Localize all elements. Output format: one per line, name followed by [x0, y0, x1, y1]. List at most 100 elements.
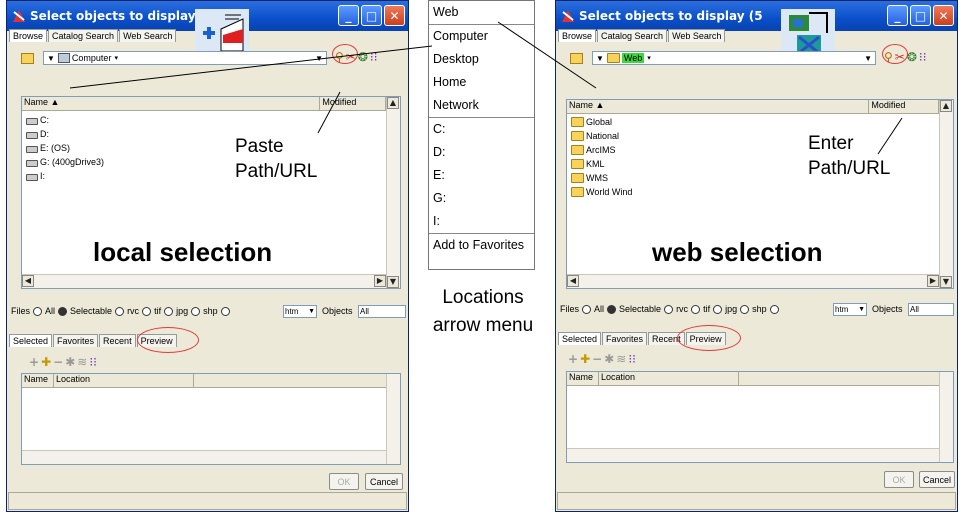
extension-dropdown-icon[interactable]: ▼: [858, 304, 865, 315]
list-item[interactable]: C:: [26, 115, 49, 125]
radio-rvc[interactable]: [115, 306, 125, 316]
scroll-down-icon[interactable]: ▼: [387, 276, 399, 288]
list-item[interactable]: World Wind: [571, 187, 632, 197]
column-name[interactable]: Name: [22, 374, 54, 387]
column-name[interactable]: Name ▲: [567, 100, 870, 113]
menu-item-home[interactable]: Home: [429, 71, 534, 94]
horizontal-scrollbar[interactable]: ◀ ▶: [567, 274, 939, 288]
radio-custom[interactable]: [220, 306, 230, 316]
vertical-scrollbar[interactable]: [939, 372, 953, 462]
cancel-button[interactable]: Cancel: [919, 471, 955, 488]
scroll-left-icon[interactable]: ◀: [567, 275, 579, 287]
tab-selected[interactable]: Selected: [9, 334, 53, 347]
vertical-scrollbar[interactable]: ▲ ▼: [386, 97, 400, 288]
remove-icon[interactable]: −: [53, 355, 63, 369]
tab-web-search[interactable]: Web Search: [668, 29, 726, 42]
ok-button[interactable]: OK: [329, 473, 359, 490]
radio-rvc[interactable]: [664, 304, 674, 314]
column-name[interactable]: Name: [567, 372, 599, 385]
grid-icon[interactable]: ⁝⁝: [89, 355, 97, 369]
tab-catalog-search[interactable]: Catalog Search: [597, 29, 668, 42]
list-item[interactable]: ArcIMS: [571, 145, 616, 155]
radio-shp[interactable]: [740, 304, 750, 314]
tab-selected[interactable]: Selected: [558, 332, 602, 345]
add-icon[interactable]: +: [29, 355, 39, 369]
tab-browse[interactable]: Browse: [558, 29, 597, 42]
column-location[interactable]: Location: [599, 372, 739, 385]
list-item[interactable]: D:: [26, 129, 49, 139]
list-item[interactable]: National: [571, 131, 619, 141]
radio-shp[interactable]: [191, 306, 201, 316]
objects-field[interactable]: All: [358, 305, 406, 318]
column-modified[interactable]: Modified: [320, 97, 386, 110]
list-item[interactable]: E: (OS): [26, 143, 70, 153]
horizontal-scrollbar[interactable]: [567, 448, 939, 462]
location-arrow-icon[interactable]: ▼: [593, 54, 607, 63]
remove-all-icon[interactable]: ✱: [65, 355, 75, 369]
combo-dropdown-icon[interactable]: ▼: [864, 54, 872, 63]
menu-item-computer[interactable]: Computer: [429, 25, 534, 48]
column-name[interactable]: Name ▲: [22, 97, 321, 110]
column-modified[interactable]: Modified: [869, 100, 939, 113]
remove-icon[interactable]: −: [592, 352, 602, 366]
combo-dropdown-icon[interactable]: ▼: [315, 54, 323, 63]
vertical-scrollbar[interactable]: ▲ ▼: [939, 100, 953, 288]
tab-favorites[interactable]: Favorites: [602, 332, 648, 345]
tab-recent[interactable]: Recent: [99, 334, 136, 347]
maximize-button[interactable]: □: [361, 5, 382, 26]
up-folder-icon[interactable]: [570, 53, 583, 64]
cancel-button[interactable]: Cancel: [365, 473, 403, 490]
radio-jpg[interactable]: [713, 304, 723, 314]
menu-item-i[interactable]: I:: [429, 210, 534, 233]
scroll-up-icon[interactable]: ▲: [940, 100, 952, 112]
extension-field[interactable]: htm ▼: [283, 305, 317, 318]
close-button[interactable]: ✕: [933, 5, 954, 26]
scroll-left-icon[interactable]: ◀: [22, 275, 34, 287]
menu-item-network[interactable]: Network: [429, 94, 534, 117]
menu-item-d[interactable]: D:: [429, 141, 534, 164]
extension-dropdown-icon[interactable]: ▼: [308, 306, 315, 317]
list-item[interactable]: I:: [26, 171, 45, 181]
radio-selectable[interactable]: [58, 306, 68, 316]
location-combo[interactable]: ▼ Computer ▾ ▼: [43, 51, 327, 65]
vertical-scrollbar[interactable]: [386, 374, 400, 464]
menu-item-g[interactable]: G:: [429, 187, 534, 210]
grid-icon[interactable]: ⁝⁝: [628, 352, 636, 366]
right-title-bar[interactable]: Select objects to display (5 _ □ ✕: [556, 1, 957, 31]
tab-favorites[interactable]: Favorites: [53, 334, 99, 347]
maximize-button[interactable]: □: [910, 5, 931, 26]
minimize-button[interactable]: _: [887, 5, 908, 26]
list-item[interactable]: WMS: [571, 173, 608, 183]
scroll-down-icon[interactable]: ▼: [940, 276, 952, 288]
close-button[interactable]: ✕: [384, 5, 405, 26]
radio-selectable[interactable]: [607, 304, 617, 314]
radio-custom[interactable]: [769, 304, 779, 314]
menu-item-c[interactable]: C:: [429, 118, 534, 141]
layers-icon[interactable]: ≋: [616, 352, 626, 366]
add-icon[interactable]: +: [568, 352, 578, 366]
horizontal-scrollbar[interactable]: ◀ ▶: [22, 274, 386, 288]
radio-tif[interactable]: [142, 306, 152, 316]
menu-item-web[interactable]: Web: [429, 1, 534, 24]
up-folder-icon[interactable]: [21, 53, 34, 64]
objects-field[interactable]: All: [908, 303, 954, 316]
scroll-right-icon[interactable]: ▶: [374, 275, 386, 287]
tab-web-search[interactable]: Web Search: [119, 29, 177, 42]
radio-all[interactable]: [33, 306, 43, 316]
extension-field[interactable]: htm ▼: [833, 303, 867, 316]
list-item[interactable]: KML: [571, 159, 605, 169]
scroll-right-icon[interactable]: ▶: [927, 275, 939, 287]
grid-icon[interactable]: ⁝⁝: [370, 50, 378, 64]
remove-all-icon[interactable]: ✱: [604, 352, 614, 366]
ok-button[interactable]: OK: [884, 471, 914, 488]
location-combo[interactable]: ▼ Web ▾ ▼: [592, 51, 876, 65]
add-all-icon[interactable]: ✚: [41, 355, 51, 369]
radio-jpg[interactable]: [164, 306, 174, 316]
menu-item-add-favorites[interactable]: Add to Favorites: [429, 234, 534, 257]
add-all-icon[interactable]: ✚: [580, 352, 590, 366]
column-location[interactable]: Location: [54, 374, 194, 387]
tab-catalog-search[interactable]: Catalog Search: [48, 29, 119, 42]
grid-icon[interactable]: ⁝⁝: [919, 50, 927, 64]
scroll-up-icon[interactable]: ▲: [387, 97, 399, 109]
tab-browse[interactable]: Browse: [9, 29, 48, 42]
